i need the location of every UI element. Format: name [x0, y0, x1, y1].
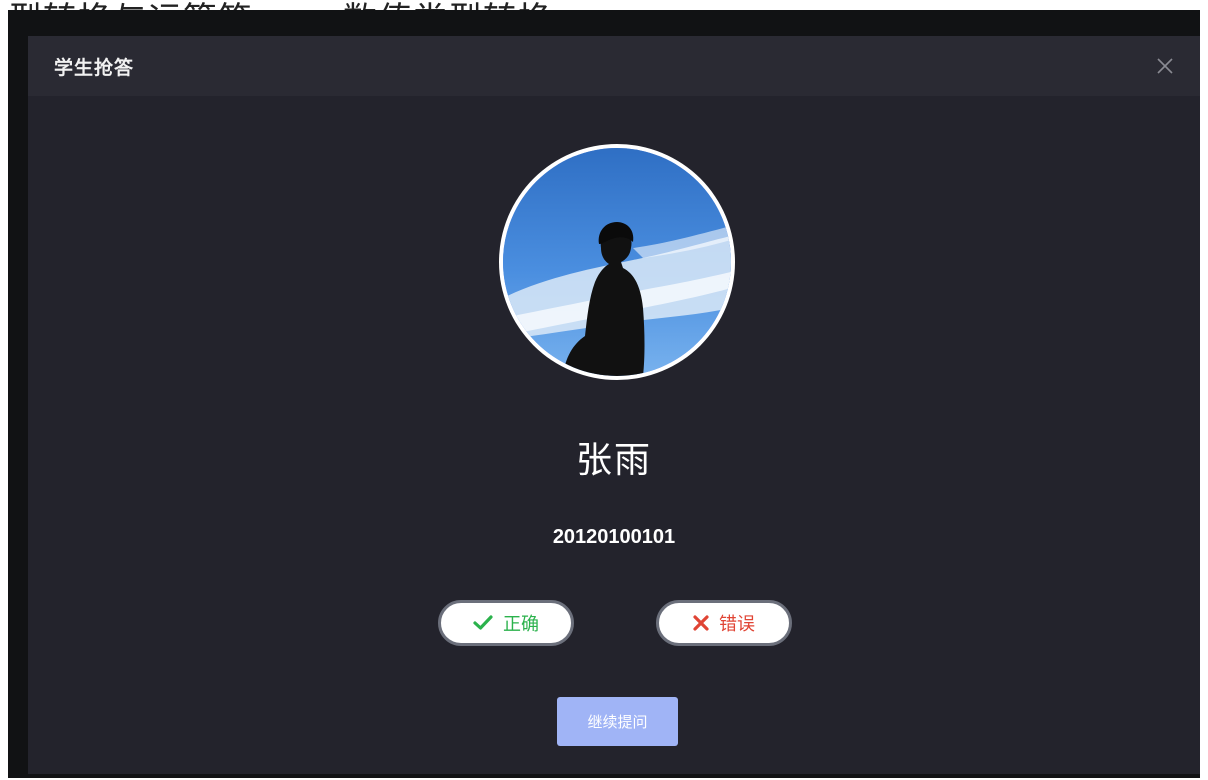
correct-label: 正确 [503, 614, 539, 635]
page: 型转换与运算符数值类型转换 学生抢答 [0, 0, 1208, 780]
correct-button[interactable]: 正确 [438, 600, 574, 646]
modal-header: 学生抢答 [28, 36, 1200, 96]
wrong-label: 错误 [719, 614, 755, 635]
close-button[interactable] [1154, 55, 1176, 77]
student-id: 20120100101 [552, 526, 676, 548]
student-avatar-photo [503, 148, 731, 376]
avatar [503, 148, 731, 376]
continue-asking-button[interactable]: 继续提问 [557, 697, 678, 746]
avatar-frame [499, 144, 735, 380]
check-icon [473, 615, 493, 630]
close-icon [1157, 58, 1173, 74]
modal-title: 学生抢答 [54, 56, 135, 79]
cross-icon [693, 615, 709, 631]
wrong-button[interactable]: 错误 [656, 600, 792, 646]
student-name: 张雨 [575, 440, 652, 481]
quick-answer-modal: 学生抢答 张雨 20120100101 正确 错误 继续提问 [28, 36, 1200, 774]
